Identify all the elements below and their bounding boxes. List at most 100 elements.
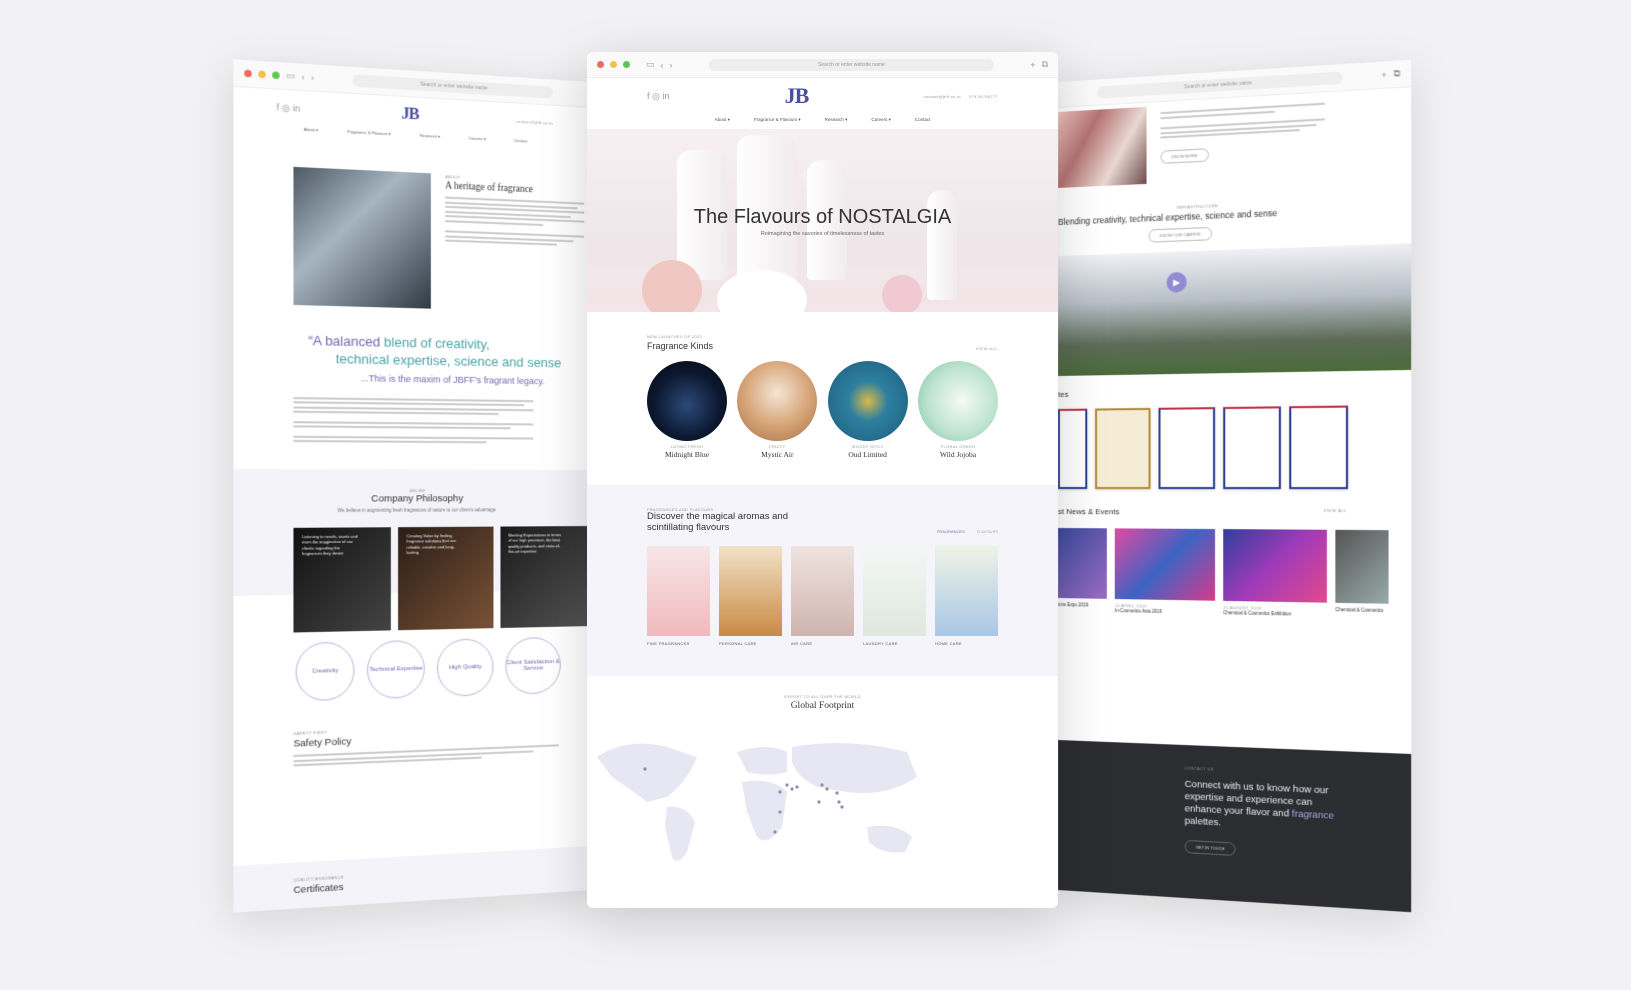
site-logo[interactable]: JB — [401, 105, 418, 124]
nav-item-about[interactable]: About ▾ — [715, 117, 730, 123]
certificate[interactable] — [1095, 407, 1151, 490]
play-icon[interactable]: ▶ — [1166, 271, 1187, 293]
tabs-overview-icon[interactable]: ⧉ — [1393, 68, 1400, 80]
news-view-all[interactable]: VIEW ALL — [1324, 508, 1347, 517]
forward-icon[interactable]: › — [311, 72, 314, 83]
back-icon[interactable]: ‹ — [301, 72, 304, 83]
category-list: FINE FRAGRANCES PERSONAL CARE AIR CARE L… — [647, 545, 998, 646]
infrastructure-section: INFRASTRUCTURE Blending creativity, tech… — [1058, 172, 1412, 376]
header-email[interactable]: contact@jbff.co.in — [516, 118, 553, 125]
kind-image — [917, 361, 998, 441]
nav-item[interactable]: About ▾ — [304, 127, 318, 133]
minimize-button[interactable] — [258, 70, 266, 79]
news-carousel: ions Expo 2019 14 APRIL, 2019 In-Cosmeti… — [1058, 516, 1411, 619]
kind-card[interactable]: FLORAL GREEN Wild Jojoba — [917, 361, 998, 459]
category-card[interactable]: PERSONAL CARE — [719, 545, 782, 646]
new-tab-icon[interactable]: + — [1381, 69, 1387, 80]
philosophy-card: Creating Value by finding fragrance solu… — [398, 526, 494, 631]
philosophy-title: Company Philosophy — [371, 493, 464, 505]
nav-item-fragrance[interactable]: Fragrance & Flavours ▾ — [754, 117, 801, 123]
know-more-button[interactable]: KNOW MORE — [1160, 148, 1209, 164]
address-bar[interactable]: Search or enter website name — [708, 58, 995, 71]
nav-item-research[interactable]: Research ▾ — [825, 117, 848, 123]
nav-item-careers[interactable]: Careers ▾ — [871, 117, 891, 123]
philosophy-card: Listening to needs, wants and even the i… — [293, 527, 392, 633]
news-section: st News & Events VIEW ALL ions Expo 2019… — [1058, 489, 1411, 619]
body-text — [233, 381, 534, 444]
footprint-title: Global Footprint — [790, 700, 855, 711]
header-contact: contact@jbff.co.in 079 26756777 — [924, 94, 998, 99]
kind-card[interactable]: LATINO FRESH Midnight Blue — [647, 361, 727, 459]
kinds-view-all[interactable]: VIEW ALL — [976, 346, 998, 351]
certificate[interactable] — [1158, 407, 1216, 490]
header-phone[interactable]: 079 26756777 — [969, 94, 998, 99]
about-section: ABOUT A heritage of fragrance — [233, 132, 592, 313]
nav-item[interactable]: Research ▾ — [420, 133, 441, 139]
fragrance-kinds-section: NEW LAUNCHES OF 2023 Fragrance Kinds VIE… — [587, 312, 1058, 459]
know-campus-button[interactable]: KNOW OUR CAMPUS — [1148, 226, 1212, 243]
category-card[interactable]: HOME CARE — [935, 545, 998, 646]
social-icons[interactable]: f ◎ in — [276, 101, 300, 114]
kinds-eyebrow: NEW LAUNCHES OF 2023 — [647, 334, 702, 339]
certificate[interactable] — [1289, 405, 1349, 490]
tabs-overview-icon[interactable]: ⧉ — [1042, 59, 1048, 70]
get-in-touch-button[interactable]: GET IN TOUCH — [1184, 839, 1236, 856]
kinds-title: Fragrance Kinds — [647, 341, 714, 351]
kind-card[interactable]: FRUITY Mystic Air — [737, 361, 818, 459]
forward-icon[interactable]: › — [670, 60, 673, 70]
kinds-list: LATINO FRESH Midnight Blue FRUITY Mystic… — [647, 361, 998, 459]
minimize-button[interactable] — [610, 61, 617, 68]
hero-subtitle: Reimagining the savories of timelessness… — [760, 231, 885, 237]
certificate[interactable] — [1223, 406, 1281, 490]
center-browser-window: ▭ ‹ › Search or enter website name + ⧉ f… — [587, 52, 1058, 908]
left-browser-window: ▭ ‹ › Search or enter website name f ◎ i… — [233, 59, 593, 913]
nav-item[interactable]: Fragrance & Flavours ▾ — [348, 129, 391, 136]
flavours-title: Discover the magical aromas and scintill… — [647, 511, 788, 533]
tab-flavours[interactable]: FLAVOURS — [977, 529, 998, 534]
certificate[interactable] — [1058, 408, 1088, 490]
sidebar-icon[interactable]: ▭ — [646, 59, 655, 70]
news-item[interactable]: 25 AUGUST, 2019 Chemical & Cosmetics Exh… — [1223, 529, 1327, 617]
category-tabs: FRAGRANCES FLAVOURS — [937, 529, 998, 534]
news-item[interactable]: 14 APRIL, 2019 In-Cosmetics Asia 2019 — [1114, 528, 1216, 615]
certificates-carousel — [1058, 394, 1411, 490]
nav-item[interactable]: Careers ▾ — [469, 135, 486, 141]
header-email[interactable]: contact@jbff.co.in — [924, 94, 961, 99]
nav-item-contact[interactable]: Contact — [915, 117, 931, 123]
maximize-button[interactable] — [272, 71, 280, 80]
certificates-section: QUALITY ASSURANCE Certificates — [233, 846, 593, 913]
hero-title: The Flavours of NOSTALGIA — [693, 206, 952, 228]
contact-title: Connect with us to know how our expertis… — [1184, 778, 1334, 829]
site-logo[interactable]: JB — [785, 83, 810, 109]
contact-eyebrow: CONTACT US — [1184, 765, 1214, 772]
kind-card[interactable]: WOODY SPICY Oud Limited — [827, 361, 908, 459]
brand-quote: “A balanced blend of creativity, technic… — [308, 332, 562, 371]
back-icon[interactable]: ‹ — [661, 60, 664, 70]
category-card[interactable]: AIR CARE — [791, 545, 854, 646]
news-title: st News & Events — [1058, 507, 1120, 517]
close-button[interactable] — [597, 61, 604, 68]
world-map — [597, 742, 917, 861]
philosophy-section: BELIEF Company Philosophy We believe in … — [233, 469, 593, 702]
social-icons[interactable]: f ◎ in — [647, 91, 669, 102]
category-card[interactable]: LAUNDRY CARE — [863, 545, 926, 646]
sidebar-icon[interactable]: ▭ — [286, 70, 295, 82]
address-bar[interactable]: Search or enter website name — [351, 73, 553, 99]
close-button[interactable] — [244, 69, 252, 78]
right-browser-window: Search or enter website name + ⧉ KNOW MO… — [1058, 59, 1412, 913]
footprint-section: EXPORT TO ALL OVER THE WORLD Global Foot… — [587, 676, 1058, 882]
new-tab-icon[interactable]: + — [1030, 60, 1035, 70]
nav-item[interactable]: Contact — [514, 138, 528, 144]
certificates-section: tes — [1058, 370, 1411, 490]
tab-fragrances[interactable]: FRAGRANCES — [937, 529, 965, 534]
factory-image — [293, 166, 431, 309]
kind-image — [737, 361, 818, 441]
category-card[interactable]: FINE FRAGRANCES — [647, 545, 710, 646]
hero-banner: The Flavours of NOSTALGIA Reimagining th… — [587, 130, 1058, 312]
news-item[interactable]: ions Expo 2019 — [1058, 528, 1107, 613]
news-item[interactable]: Chemical & Cosmetics — [1335, 529, 1389, 619]
site-header: f ◎ in JB contact@jbff.co.in 079 2675677… — [587, 78, 1058, 114]
kind-image — [827, 361, 908, 441]
campus-image: ▶ — [1058, 243, 1412, 376]
maximize-button[interactable] — [623, 61, 630, 68]
